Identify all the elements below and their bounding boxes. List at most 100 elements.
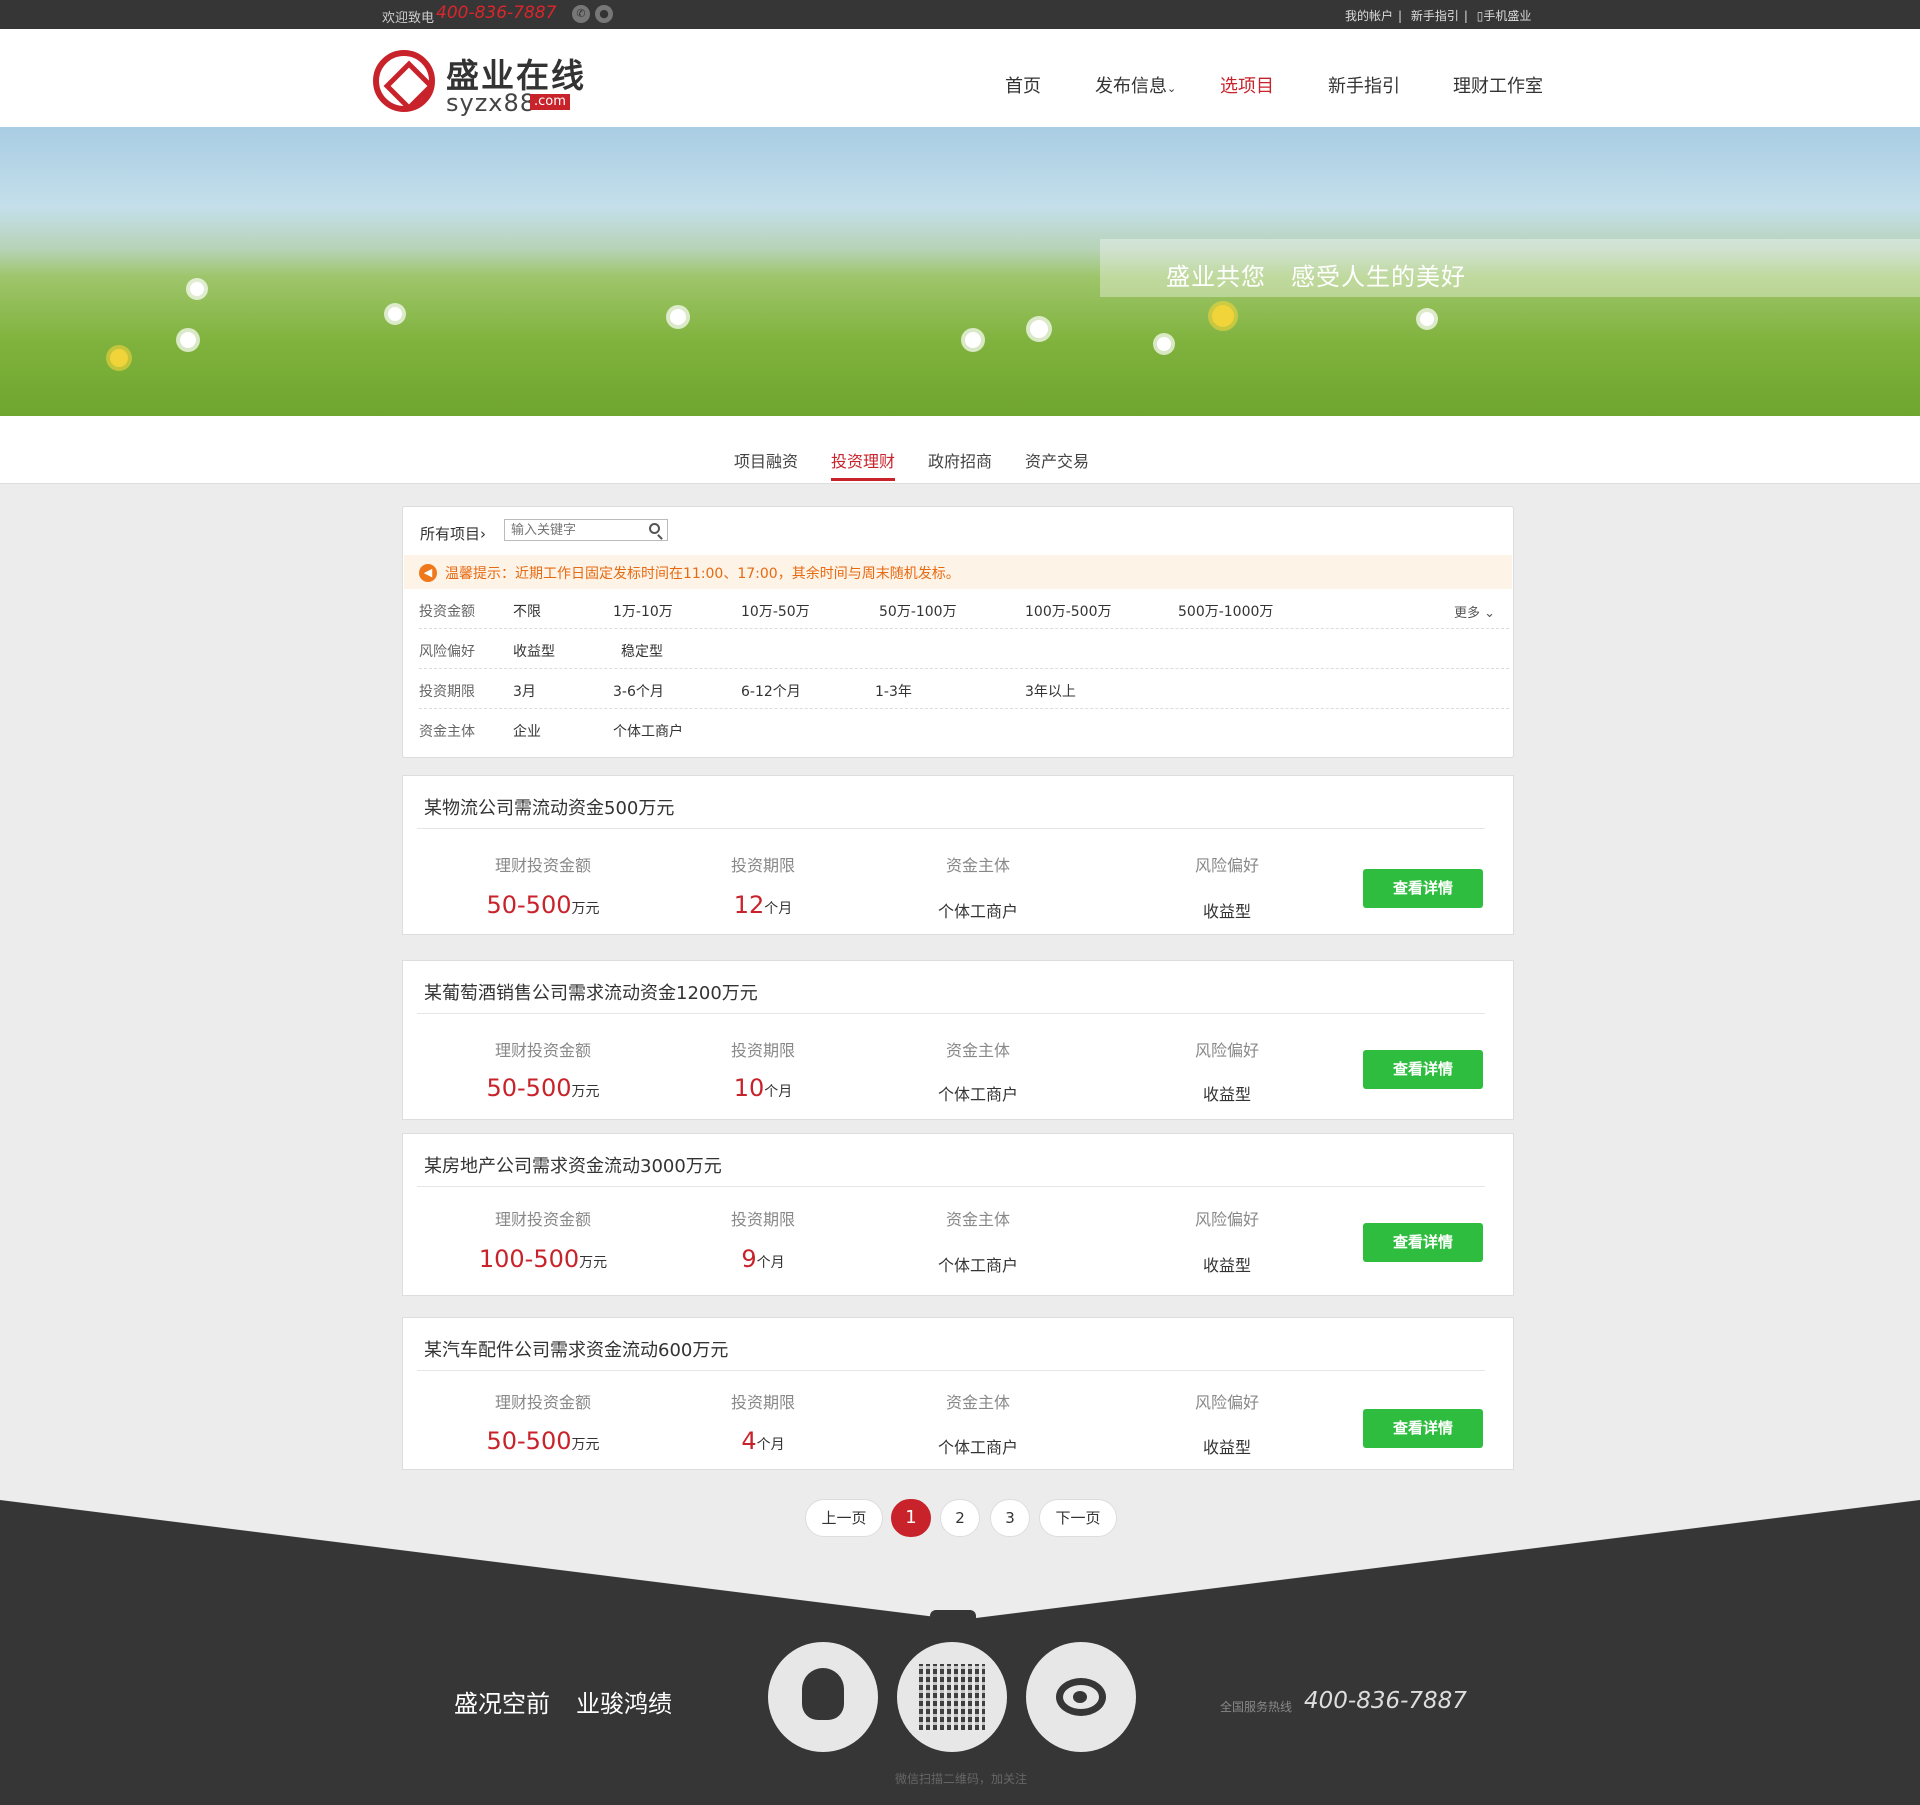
speaker-icon: ◀ bbox=[419, 564, 437, 582]
guide-link[interactable]: 新手指引 bbox=[1411, 9, 1459, 23]
more-button[interactable]: 更多 ⌄ bbox=[1454, 602, 1495, 621]
subject-label: 资金主体 bbox=[945, 1393, 1010, 1412]
filter-label: 风险偏好 bbox=[419, 644, 475, 660]
risk-label: 风险偏好 bbox=[1194, 1041, 1259, 1060]
term-label: 投资期限 bbox=[730, 856, 795, 875]
divider bbox=[417, 1186, 1485, 1187]
filter-option[interactable]: 企业 bbox=[513, 721, 541, 741]
flower-image bbox=[110, 349, 128, 367]
filter-option[interactable]: 50万-100万 bbox=[879, 601, 957, 621]
nav-guide[interactable]: 新手指引 bbox=[1328, 72, 1400, 98]
hero-banner: 盛业共您 感受人生的美好 bbox=[0, 127, 1920, 416]
prev-page-button[interactable]: 上一页 bbox=[805, 1499, 883, 1537]
amount-label: 理财投资金额 bbox=[494, 1041, 591, 1060]
wechat-qr bbox=[897, 1642, 1007, 1752]
risk-label: 风险偏好 bbox=[1194, 1210, 1259, 1229]
project-title[interactable]: 某葡萄酒销售公司需求流动资金1200万元 bbox=[424, 979, 758, 1005]
mobile-link[interactable]: ▯手机盛业 bbox=[1477, 9, 1532, 23]
tab-asset-trade[interactable]: 资产交易 bbox=[1025, 448, 1089, 472]
tab-government[interactable]: 政府招商 bbox=[928, 448, 992, 472]
filter-option[interactable]: 500万-1000万 bbox=[1178, 601, 1273, 621]
flower-image bbox=[670, 309, 686, 325]
project-title[interactable]: 某物流公司需流动资金500万元 bbox=[424, 794, 674, 820]
search-icon[interactable] bbox=[649, 523, 660, 534]
top-phone: 400-836-7887 bbox=[436, 3, 557, 23]
qq-button[interactable] bbox=[768, 1642, 878, 1752]
view-detail-button[interactable]: 查看详情 bbox=[1363, 1050, 1483, 1089]
next-page-button[interactable]: 下一页 bbox=[1039, 1499, 1117, 1537]
subject-value: 个体工商户 bbox=[937, 1256, 1018, 1275]
term-label: 投资期限 bbox=[730, 1210, 795, 1229]
nav-publish[interactable]: 发布信息⌄ bbox=[1095, 72, 1176, 98]
tab-investment[interactable]: 投资理财 bbox=[831, 448, 896, 481]
filter-option[interactable]: 稳定型 bbox=[621, 641, 663, 661]
qq-icon[interactable]: ● bbox=[595, 5, 613, 23]
category-tabs: 项目融资 投资理财 政府招商 资产交易 bbox=[0, 416, 1920, 484]
view-detail-button[interactable]: 查看详情 bbox=[1363, 1223, 1483, 1262]
term-value: 10个月 bbox=[733, 1074, 793, 1102]
nav-home[interactable]: 首页 bbox=[1005, 72, 1041, 98]
weibo-icon bbox=[1056, 1678, 1106, 1716]
filter-option[interactable]: 不限 bbox=[513, 601, 541, 621]
flower-image bbox=[180, 332, 196, 348]
flower-image bbox=[965, 332, 981, 348]
filter-row-subject: 资金主体 企业 个体工商户 bbox=[419, 709, 1509, 749]
flower-image bbox=[1420, 312, 1434, 326]
notice-text: 温馨提示：近期工作日固定发标时间在11:00、17:00，其余时间与周末随机发标… bbox=[445, 566, 960, 582]
filter-option[interactable]: 3年以上 bbox=[1025, 681, 1076, 701]
page-2-button[interactable]: 2 bbox=[940, 1499, 980, 1537]
filter-option[interactable]: 1万-10万 bbox=[613, 601, 673, 621]
filter-panel: 所有项目› ◀ 温馨提示：近期工作日固定发标时间在11:00、17:00，其余时… bbox=[402, 506, 1514, 758]
nav-studio[interactable]: 理财工作室 bbox=[1453, 72, 1543, 98]
weibo-button[interactable] bbox=[1026, 1642, 1136, 1752]
term-value: 12个月 bbox=[733, 891, 793, 919]
search-input[interactable] bbox=[504, 519, 668, 541]
subject-label: 资金主体 bbox=[945, 856, 1010, 875]
view-detail-button[interactable]: 查看详情 bbox=[1363, 1409, 1483, 1448]
subject-label: 资金主体 bbox=[945, 1041, 1010, 1060]
filter-option[interactable]: 3-6个月 bbox=[613, 681, 664, 701]
project-card: 某葡萄酒销售公司需求流动资金1200万元 理财投资金额 投资期限 资金主体 风险… bbox=[402, 960, 1514, 1120]
risk-value: 收益型 bbox=[1202, 1438, 1251, 1457]
amount-label: 理财投资金额 bbox=[494, 856, 591, 875]
page-1-button[interactable]: 1 bbox=[891, 1499, 931, 1537]
page-3-button[interactable]: 3 bbox=[990, 1499, 1030, 1537]
tab-project-financing[interactable]: 项目融资 bbox=[734, 448, 798, 472]
filter-option[interactable]: 10万-50万 bbox=[741, 601, 810, 621]
term-value: 9个月 bbox=[741, 1245, 785, 1273]
nav-choose-project[interactable]: 选项目 bbox=[1220, 72, 1274, 98]
risk-label: 风险偏好 bbox=[1194, 1393, 1259, 1412]
all-projects-link[interactable]: 所有项目› bbox=[420, 523, 486, 544]
filter-row-term: 投资期限 3月 3-6个月 6-12个月 1-3年 3年以上 bbox=[419, 669, 1509, 709]
project-card: 某房地产公司需求资金流动3000万元 理财投资金额 投资期限 资金主体 风险偏好… bbox=[402, 1133, 1514, 1296]
amount-label: 理财投资金额 bbox=[494, 1210, 591, 1229]
top-links: 我的帐户 | 新手指引 | ▯手机盛业 bbox=[1345, 9, 1532, 23]
chevron-right-icon: › bbox=[480, 525, 487, 543]
wechat-icon[interactable]: ✆ bbox=[572, 5, 590, 23]
filter-option[interactable]: 100万-500万 bbox=[1025, 601, 1112, 621]
filter-option[interactable]: 收益型 bbox=[513, 641, 555, 661]
logo-icon[interactable] bbox=[373, 50, 435, 112]
project-title[interactable]: 某汽车配件公司需求资金流动600万元 bbox=[424, 1336, 728, 1362]
logo-text-en[interactable]: syzx88 bbox=[446, 89, 536, 117]
qr-note: 微信扫描二维码，加关注 bbox=[895, 1772, 1028, 1786]
subject-value: 个体工商户 bbox=[937, 1438, 1018, 1457]
project-title[interactable]: 某房地产公司需求资金流动3000万元 bbox=[424, 1152, 722, 1178]
my-account-link[interactable]: 我的帐户 bbox=[1345, 9, 1393, 23]
flower-image bbox=[1030, 320, 1048, 338]
filter-option[interactable]: 6-12个月 bbox=[741, 681, 801, 701]
welcome-text: 欢迎致电 bbox=[382, 11, 435, 26]
term-value: 4个月 bbox=[741, 1427, 785, 1455]
top-bar: 欢迎致电 400-836-7887 ✆ ● 我的帐户 | 新手指引 | ▯手机盛业 bbox=[0, 0, 1920, 29]
filter-option[interactable]: 3月 bbox=[513, 681, 536, 701]
filter-label: 资金主体 bbox=[419, 724, 475, 740]
header: 盛业在线 syzx88 .com 首页 发布信息⌄ 选项目 新手指引 理财工作室 bbox=[0, 29, 1920, 127]
filter-option[interactable]: 1-3年 bbox=[875, 681, 912, 701]
divider bbox=[417, 1370, 1485, 1371]
filter-option[interactable]: 个体工商户 bbox=[613, 721, 683, 741]
amount-value: 50-500万元 bbox=[486, 891, 600, 919]
hotline-label: 全国服务热线 bbox=[1220, 1700, 1293, 1714]
view-detail-button[interactable]: 查看详情 bbox=[1363, 869, 1483, 908]
amount-value: 50-500万元 bbox=[486, 1074, 600, 1102]
footer-notch bbox=[930, 1610, 976, 1622]
